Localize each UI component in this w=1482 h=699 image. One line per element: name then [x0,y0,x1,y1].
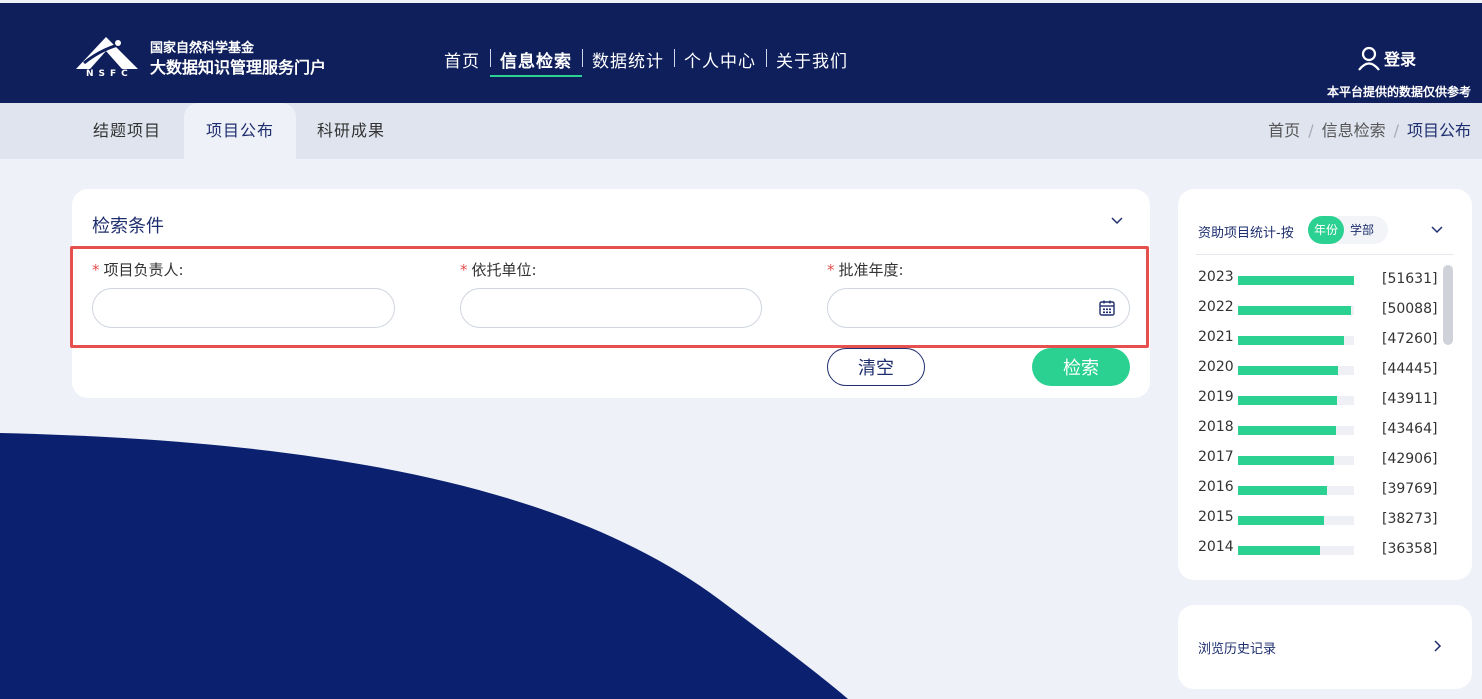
stats-bar-fill [1238,276,1354,285]
stats-count-label: [36358] [1382,541,1438,557]
stats-divider [1196,254,1454,255]
stats-bar-track [1238,456,1354,465]
stats-count-label: [44445] [1382,361,1438,377]
background-wave [0,433,848,699]
login-button[interactable]: 登录 [1356,45,1416,71]
approval-year-label: * 批准年度: [827,261,904,279]
project-leader-label: * 项目负责人: [92,261,184,279]
stats-count-label: [39769] [1382,481,1438,497]
calendar-icon[interactable] [1098,299,1116,317]
nav-item-data-stats[interactable]: 数据统计 [582,43,674,79]
browse-history-label: 浏览历史记录 [1198,642,1277,657]
data-disclaimer: 本平台提供的数据仅供参考 [1326,85,1471,99]
stats-row-2018[interactable]: 2018 [43464] [1198,413,1438,443]
tab-project-announcement[interactable]: 项目公布 [184,103,296,159]
stats-bar-fill [1238,306,1351,315]
stats-row-2019[interactable]: 2019 [43911] [1198,383,1438,413]
stats-bar-fill [1238,396,1337,405]
logo-title-line2: 大数据知识管理服务门户 [150,58,327,77]
approval-year-input[interactable] [827,288,1130,328]
chevron-down-icon[interactable] [1430,225,1444,235]
stats-bar-fill [1238,456,1335,465]
stats-bar-track [1238,426,1354,435]
search-button[interactable]: 检索 [1032,348,1130,386]
search-conditions-title: 检索条件 [92,216,164,237]
stats-year-label: 2014 [1198,539,1234,555]
stats-bar-track [1238,546,1354,555]
stats-bar-track [1238,276,1354,285]
stats-year-label: 2023 [1198,269,1234,285]
chevron-down-icon[interactable] [1110,216,1124,226]
stats-count-label: [43464] [1382,421,1438,437]
toggle-by-year[interactable]: 年份 [1308,216,1345,244]
stats-bar-track [1238,516,1354,525]
stats-row-2022[interactable]: 2022 [50088] [1198,293,1438,323]
stats-year-label: 2017 [1198,449,1234,465]
stats-row-2020[interactable]: 2020 [44445] [1198,353,1438,383]
stats-bar-track [1238,306,1354,315]
stats-bar-track [1238,486,1354,495]
stats-bar-fill [1238,366,1338,375]
stats-year-label: 2021 [1198,329,1234,345]
top-header: NSFC 国家自然科学基金 大数据知识管理服务门户 首页 信息检索 数据统计 个… [0,3,1482,103]
clear-button[interactable]: 清空 [827,348,925,386]
stats-row-2016[interactable]: 2016 [39769] [1198,473,1438,503]
project-leader-input[interactable] [92,288,395,328]
year-bar-list: 2023 [51631] 2022 [50088] 2021 [47260] 2020 [44… [1198,263,1438,563]
stats-bar-fill [1238,486,1328,495]
stats-count-label: [43911] [1382,391,1438,407]
stats-count-label: [47260] [1382,331,1438,347]
sub-navigation: 结题项目 项目公布 科研成果 首页 / 信息检索 / 项目公布 [0,103,1482,159]
nav-item-home[interactable]: 首页 [434,43,490,79]
breadcrumb-info-search[interactable]: 信息检索 [1322,121,1386,140]
stats-bar-track [1238,336,1354,345]
stats-year-label: 2018 [1198,419,1234,435]
stats-bar-fill [1238,516,1324,525]
breadcrumb-current: 项目公布 [1406,121,1471,140]
funding-stats-title: 资助项目统计-按 [1198,226,1294,241]
host-institution-input[interactable] [460,288,762,328]
breadcrumb-home[interactable]: 首页 [1268,121,1300,140]
nsfc-logo[interactable]: NSFC 国家自然科学基金 大数据知识管理服务门户 [76,33,356,83]
main-nav: 首页 信息检索 数据统计 个人中心 关于我们 [434,43,858,79]
stats-row-2023[interactable]: 2023 [51631] [1198,263,1438,293]
login-label: 登录 [1384,50,1417,69]
funding-stats-panel: 资助项目统计-按 年份 学部 2023 [51631] 2022 [50088] 202… [1178,189,1472,580]
stats-year-label: 2022 [1198,299,1234,315]
stats-row-2021[interactable]: 2021 [47260] [1198,323,1438,353]
browse-history-card[interactable]: 浏览历史记录 [1178,605,1472,689]
stats-year-label: 2020 [1198,359,1234,375]
stats-count-label: [51631] [1382,271,1438,287]
stats-row-2017[interactable]: 2017 [42906] [1198,443,1438,473]
stats-bar-fill [1238,336,1345,345]
stats-row-2015[interactable]: 2015 [38273] [1198,503,1438,533]
stats-bar-track [1238,366,1354,375]
tab-completed-projects[interactable]: 结题项目 [72,103,182,159]
stats-count-label: [38273] [1382,511,1438,527]
breadcrumb: 首页 / 信息检索 / 项目公布 [1268,121,1471,140]
stats-year-label: 2016 [1198,479,1234,495]
stats-year-label: 2015 [1198,509,1234,525]
host-institution-label: * 依托单位: [460,261,537,279]
nav-item-about-us[interactable]: 关于我们 [766,43,858,79]
tab-research-results[interactable]: 科研成果 [298,103,404,159]
nav-item-personal-center[interactable]: 个人中心 [674,43,766,79]
toggle-by-department[interactable]: 学部 [1344,216,1380,244]
nav-item-info-search[interactable]: 信息检索 [490,43,582,79]
stats-count-label: [42906] [1382,451,1438,467]
stats-year-label: 2019 [1198,389,1234,405]
stats-bar-fill [1238,426,1336,435]
stats-row-2014[interactable]: 2014 [36358] [1198,533,1438,563]
stats-count-label: [50088] [1382,301,1438,317]
user-icon [1358,46,1380,71]
chevron-right-icon [1434,640,1442,652]
logo-abbreviation: NSFC [86,69,133,79]
stats-bar-fill [1238,546,1320,555]
stats-scrollbar[interactable] [1443,265,1453,345]
stats-group-toggle: 年份 学部 [1308,216,1388,244]
stats-bar-track [1238,396,1354,405]
